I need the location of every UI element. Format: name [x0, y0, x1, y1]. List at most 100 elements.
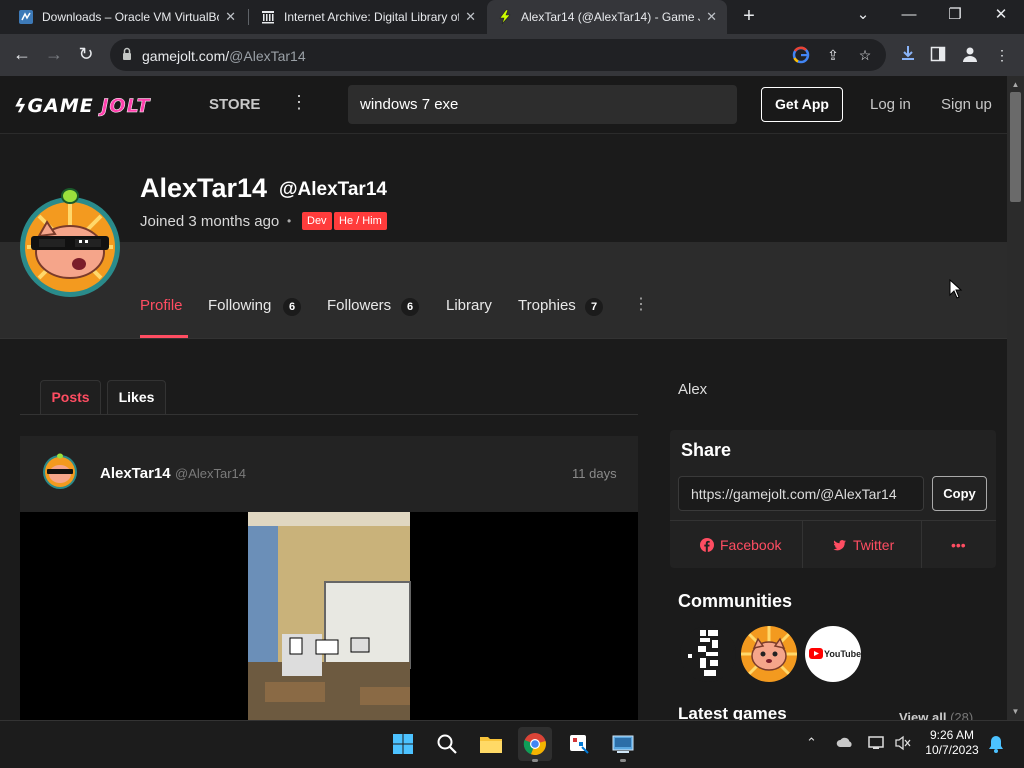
post-time: 11 days: [572, 466, 617, 481]
taskbar-search-icon[interactable]: [430, 727, 464, 761]
file-explorer-icon[interactable]: [474, 727, 508, 761]
scrollbar-thumb[interactable]: [1010, 92, 1021, 202]
tab-followers[interactable]: Followers: [327, 297, 391, 314]
share-url-field[interactable]: https://gamejolt.com/@AlexTar14: [678, 476, 924, 511]
forward-icon[interactable]: →: [42, 43, 66, 67]
following-count: 6: [283, 298, 301, 316]
more-menu-icon[interactable]: ⋮: [290, 92, 308, 113]
archive-icon: [260, 9, 276, 25]
post-author[interactable]: AlexTar14: [100, 465, 171, 482]
clock-date: 10/7/2023: [925, 743, 979, 757]
tab-trophies[interactable]: Trophies: [518, 297, 576, 314]
tab-likes[interactable]: Likes: [107, 380, 166, 415]
bolt-icon: ϟ: [14, 95, 28, 117]
notification-bell-icon[interactable]: [988, 735, 1004, 756]
tab-search-icon[interactable]: ⌄: [840, 0, 886, 34]
browser-toolbar: ← → ↻ gamejolt.com/@AlexTar14 ⇪ ☆ ⋮: [0, 34, 1024, 76]
dev-badge: Dev: [302, 212, 332, 230]
virtualbox-taskbar-icon[interactable]: [606, 727, 640, 761]
tray-overflow-icon[interactable]: ⌃: [806, 735, 817, 751]
logo-game: GAME: [27, 95, 94, 117]
profile-nav-bar: [0, 242, 1007, 339]
minimize-icon[interactable]: —: [886, 0, 932, 34]
new-tab-button[interactable]: +: [738, 6, 760, 28]
share-facebook-button[interactable]: Facebook: [700, 537, 781, 553]
store-link[interactable]: STORE: [209, 96, 260, 113]
close-icon[interactable]: ✕: [225, 9, 236, 25]
profile-icon[interactable]: [960, 46, 980, 66]
tab-posts[interactable]: Posts: [40, 380, 101, 415]
address-bar[interactable]: gamejolt.com/@AlexTar14 ⇪ ☆: [110, 39, 886, 71]
community-qr-icon[interactable]: [680, 626, 736, 682]
search-input[interactable]: windows 7 exe: [348, 85, 737, 124]
post-handle[interactable]: @AlexTar14: [175, 466, 246, 481]
reload-icon[interactable]: ↻: [74, 43, 98, 67]
profile-handle: @AlexTar14: [279, 179, 387, 200]
tab-following[interactable]: Following: [208, 297, 271, 314]
gamejolt-logo[interactable]: ϟGAME JOLT: [14, 95, 151, 118]
scroll-down-icon[interactable]: ▼: [1008, 705, 1023, 719]
get-app-button[interactable]: Get App: [761, 87, 843, 122]
active-app-indicator: [532, 759, 538, 762]
pronouns-badge: He / Him: [334, 212, 387, 230]
side-panel-icon[interactable]: [928, 46, 948, 66]
virtualbox-icon: [18, 9, 34, 25]
menu-dots-icon[interactable]: ⋮: [992, 46, 1012, 66]
youtube-wordmark: YouTube: [824, 649, 861, 659]
profile-name: AlexTar14: [140, 173, 268, 203]
windows-start-icon[interactable]: [386, 727, 420, 761]
network-icon[interactable]: [868, 735, 886, 754]
post-video[interactable]: [20, 512, 638, 720]
site-header: ϟGAME JOLT STORE ⋮ windows 7 exe Get App…: [0, 76, 1007, 134]
separator-dot: •: [287, 214, 292, 228]
copy-button[interactable]: Copy: [932, 476, 987, 511]
share-icon[interactable]: ⇪: [824, 46, 842, 64]
tab-label: AlexTar14 (@AlexTar14) - Game Jolt: [521, 10, 701, 24]
trophies-count: 7: [585, 298, 603, 316]
share-twitter-button[interactable]: Twitter: [833, 537, 894, 553]
tab-label: Downloads – Oracle VM VirtualBox: [42, 10, 220, 24]
communities-title: Communities: [678, 591, 793, 611]
download-icon[interactable]: [898, 44, 918, 64]
twitter-label: Twitter: [853, 537, 895, 553]
scroll-up-icon[interactable]: ▲: [1008, 78, 1023, 92]
restore-icon[interactable]: ❐: [932, 0, 978, 34]
url-host: gamejolt.com/: [142, 48, 230, 64]
volume-muted-icon[interactable]: [894, 735, 912, 754]
onedrive-icon[interactable]: [836, 735, 854, 752]
browser-tab-virtualbox[interactable]: Downloads – Oracle VM VirtualBox ✕: [8, 0, 246, 34]
lock-icon[interactable]: [120, 46, 134, 62]
logo-jolt: JOLT: [101, 95, 151, 118]
facebook-label: Facebook: [720, 537, 782, 553]
browser-tab-internet-archive[interactable]: Internet Archive: Digital Library of ✕: [250, 0, 486, 34]
system-clock[interactable]: 9:26 AM 10/7/2023: [918, 728, 986, 758]
google-icon[interactable]: [792, 46, 810, 64]
facebook-icon: [700, 538, 714, 552]
login-link[interactable]: Log in: [870, 96, 911, 113]
share-divider: [921, 521, 922, 568]
share-title: Share: [681, 440, 732, 460]
close-window-icon[interactable]: ✕: [978, 0, 1024, 34]
chrome-icon[interactable]: [518, 727, 552, 761]
community-youtube-icon[interactable]: YouTube: [805, 626, 861, 682]
tabs-divider: [20, 414, 638, 415]
url-path: @AlexTar14: [229, 48, 306, 64]
url-text: gamejolt.com/@AlexTar14: [142, 48, 306, 64]
signup-link[interactable]: Sign up: [941, 96, 992, 113]
active-tab-indicator: [140, 335, 188, 338]
browser-tab-gamejolt[interactable]: AlexTar14 (@AlexTar14) - Game Jolt ✕: [487, 0, 727, 34]
community-cat-icon[interactable]: [741, 626, 797, 682]
running-app-indicator: [620, 759, 626, 762]
tab-library[interactable]: Library: [446, 297, 492, 314]
post-avatar[interactable]: [42, 453, 78, 489]
share-more-button[interactable]: •••: [951, 537, 966, 553]
bookmark-star-icon[interactable]: ☆: [856, 46, 874, 64]
back-icon[interactable]: ←: [10, 43, 34, 67]
close-icon[interactable]: ✕: [706, 9, 717, 25]
profile-avatar[interactable]: [17, 186, 124, 299]
tab-profile[interactable]: Profile: [140, 297, 183, 314]
close-icon[interactable]: ✕: [465, 9, 476, 25]
snipping-tool-icon[interactable]: [562, 727, 596, 761]
joined-date: Joined 3 months ago: [140, 213, 280, 230]
more-tabs-icon[interactable]: ⋮: [633, 294, 649, 314]
